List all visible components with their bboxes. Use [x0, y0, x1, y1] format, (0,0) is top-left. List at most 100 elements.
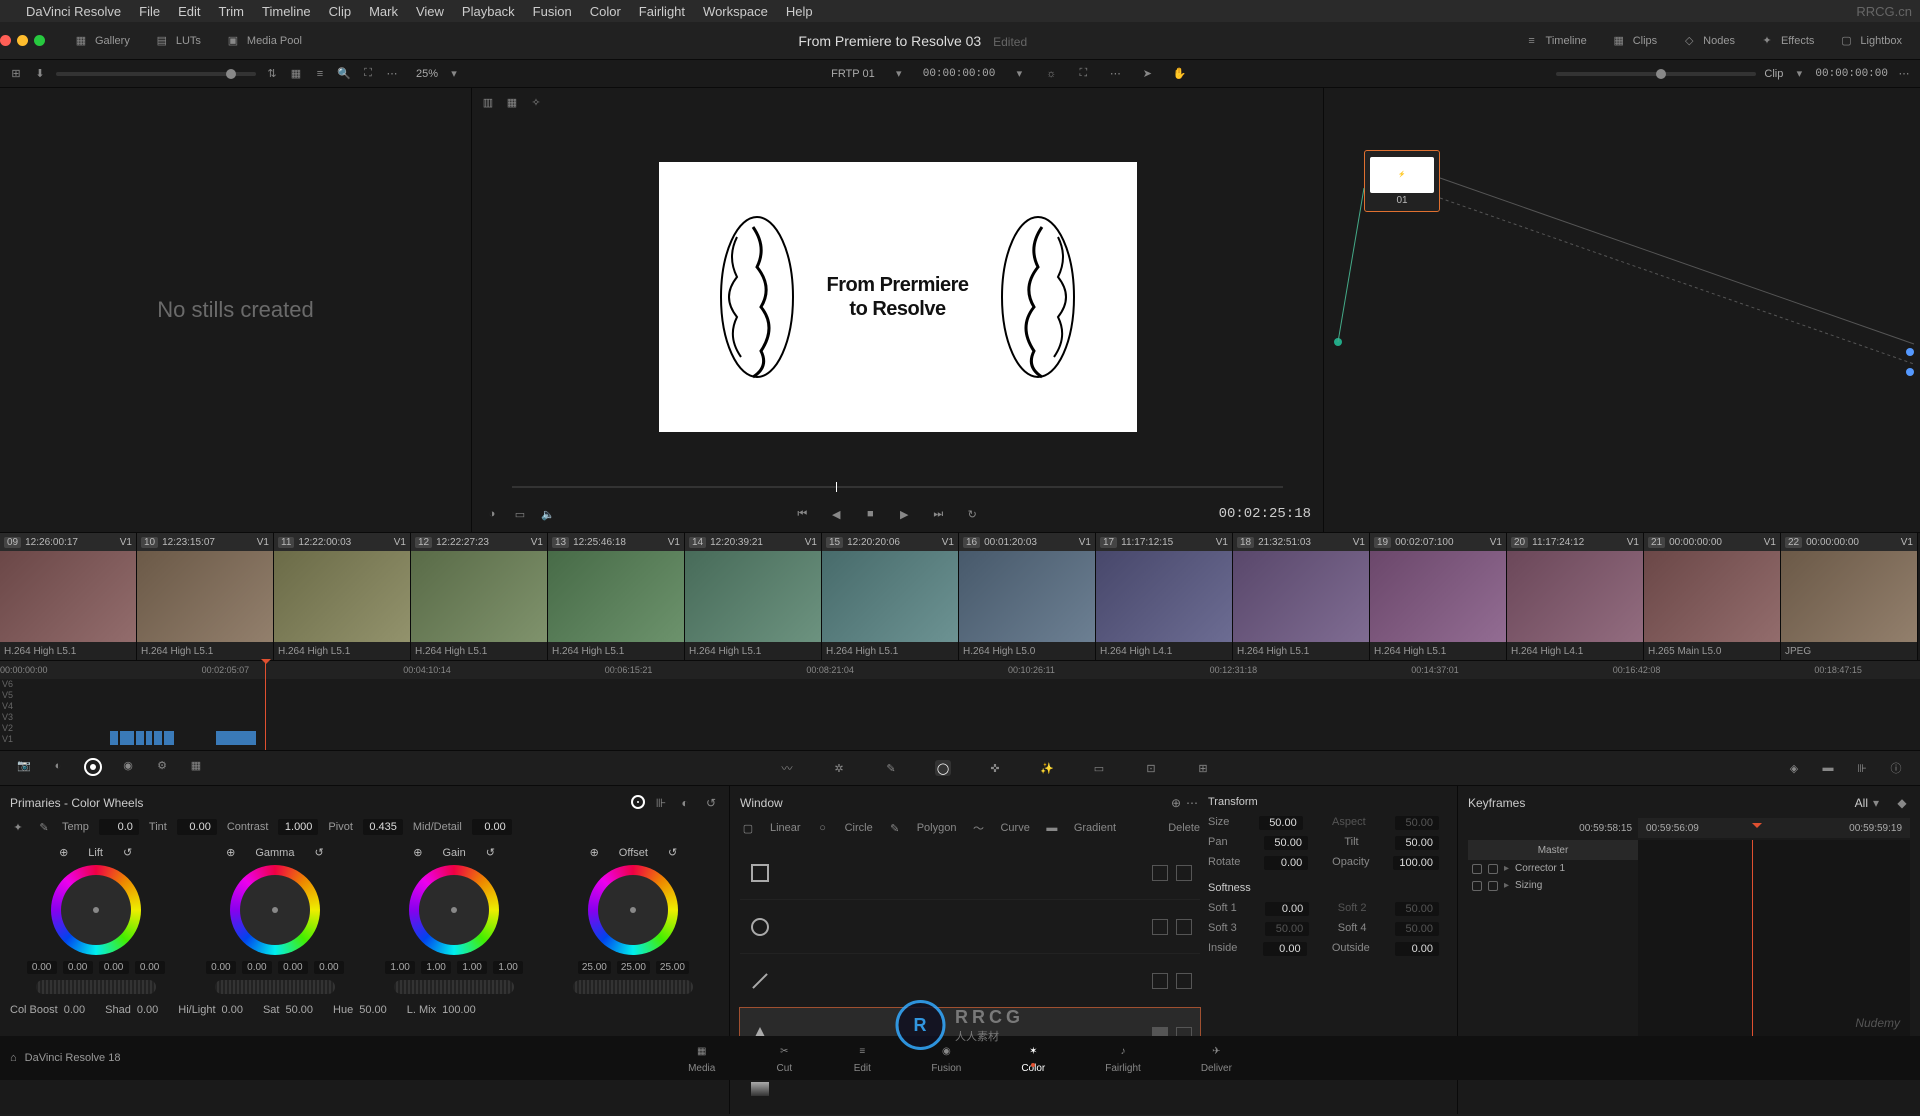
menu-clip[interactable]: Clip	[329, 4, 351, 19]
log-mode-icon[interactable]: ◐	[677, 795, 693, 811]
primaries-wheels-icon[interactable]	[84, 758, 102, 779]
track-label[interactable]: V3	[2, 712, 13, 722]
mediapool-toggle[interactable]: ▣Media Pool	[215, 29, 312, 53]
options-icon[interactable]: ⋯	[384, 66, 400, 82]
clip-thumbnail[interactable]: 1711:17:12:15V1H.264 High L4.1	[1096, 533, 1233, 660]
render-cache-icon[interactable]: ▭	[512, 506, 528, 522]
stop-button[interactable]: ■	[862, 506, 878, 522]
invert-toggle[interactable]	[1176, 919, 1192, 935]
timeline-clips[interactable]	[110, 731, 256, 745]
node-source-icon[interactable]	[1334, 338, 1342, 346]
viewer-canvas[interactable]: From Prermiere to Resolve	[472, 116, 1323, 478]
menu-fairlight[interactable]: Fairlight	[639, 4, 685, 19]
clips-toggle[interactable]: ▦Clips	[1601, 29, 1667, 53]
sizing-icon[interactable]: ⊞	[1195, 760, 1211, 776]
wheel-pick-icon[interactable]: ⊕	[413, 846, 422, 859]
hdr-icon[interactable]: ◉	[120, 758, 136, 774]
wheel-values[interactable]: 0.000.000.000.00	[206, 961, 344, 974]
menu-timeline[interactable]: Timeline	[262, 4, 311, 19]
clip-dropdown-icon[interactable]: ▾	[891, 66, 907, 82]
color-wheel[interactable]	[230, 865, 320, 955]
clip-name[interactable]: FRTP 01	[831, 68, 875, 80]
corrector-node[interactable]: ⚡ 01	[1364, 150, 1440, 212]
wheel-values[interactable]: 1.001.001.001.00	[385, 961, 523, 974]
qualifier-icon[interactable]: ✎	[883, 760, 899, 776]
mute-icon[interactable]: 🔈	[540, 506, 556, 522]
menu-workspace[interactable]: Workspace	[703, 4, 768, 19]
luts-toggle[interactable]: ▤LUTs	[144, 29, 211, 53]
track-label[interactable]: V4	[2, 701, 13, 711]
tc-dropdown-icon[interactable]: ▾	[1011, 66, 1027, 82]
wheel-reset-icon[interactable]: ↺	[486, 846, 495, 859]
effects-toggle[interactable]: ✦Effects	[1749, 29, 1824, 53]
wheels-mode-icon[interactable]	[631, 795, 645, 812]
deliver-page-tab[interactable]: ✈Deliver	[1201, 1043, 1232, 1074]
clip-thumbnail[interactable]: 1600:01:20:03V1H.264 High L5.0	[959, 533, 1096, 660]
menu-color[interactable]: Color	[590, 4, 621, 19]
inside-value[interactable]: 0.00	[1263, 942, 1307, 956]
gallery-toggle[interactable]: ▦Gallery	[63, 29, 140, 53]
temp-value[interactable]: 0.0	[99, 819, 139, 835]
opacity-value[interactable]: 100.00	[1393, 856, 1439, 870]
track-label[interactable]: V2	[2, 723, 13, 733]
mask-toggle[interactable]	[1152, 865, 1168, 881]
pick-white-icon[interactable]: ✎	[36, 819, 52, 835]
mask-toggle[interactable]	[1152, 973, 1168, 989]
wheel-pick-icon[interactable]: ⊕	[590, 846, 599, 859]
outside-value[interactable]: 0.00	[1395, 942, 1439, 956]
clip-thumbnail[interactable]: 2100:00:00:00V1H.265 Main L5.0	[1644, 533, 1781, 660]
middetail-value[interactable]: 0.00	[472, 819, 512, 835]
clip-thumbnails[interactable]: 0912:26:00:17V1H.264 High L5.11012:23:15…	[0, 532, 1920, 660]
sat-value[interactable]: 50.00	[285, 1004, 313, 1016]
track-label[interactable]: V6	[2, 679, 13, 689]
pan-value[interactable]: 50.00	[1264, 836, 1308, 850]
node-output-icon[interactable]	[1906, 348, 1914, 356]
wheel-values[interactable]: 25.0025.0025.00	[578, 961, 689, 974]
clip-thumbnail[interactable]: 2200:00:00:00V1JPEG	[1781, 533, 1918, 660]
shad-value[interactable]: 0.00	[137, 1004, 158, 1016]
wheel-reset-icon[interactable]: ↺	[668, 846, 677, 859]
menu-app[interactable]: DaVinci Resolve	[26, 4, 121, 19]
camera-raw-icon[interactable]: 📷	[16, 758, 32, 774]
color-wheel[interactable]	[51, 865, 141, 955]
media-page-tab[interactable]: ▦Media	[688, 1043, 715, 1074]
zoom-dropdown-icon[interactable]: ▾	[446, 66, 462, 82]
nodes-toggle[interactable]: ◇Nodes	[1671, 29, 1745, 53]
window-preset-icon[interactable]: ⊕	[1168, 795, 1184, 811]
timeline-ruler[interactable]: 00:00:00:0000:02:05:0700:04:10:1400:06:1…	[0, 661, 1920, 679]
lmix-value[interactable]: 100.00	[442, 1004, 476, 1016]
mask-toggle[interactable]	[1152, 919, 1168, 935]
kf-sizing-row[interactable]: ▸Sizing	[1468, 877, 1638, 894]
clip-thumbnail[interactable]: 1900:02:07:100V1H.264 High L5.1	[1370, 533, 1507, 660]
linear-tab[interactable]: Linear	[770, 822, 801, 834]
zoom-value[interactable]: 25%	[416, 68, 438, 80]
kf-playhead-icon[interactable]	[1752, 823, 1762, 833]
clip-thumbnail[interactable]: 1512:20:20:06V1H.264 High L5.1	[822, 533, 959, 660]
zoom-button[interactable]	[34, 35, 45, 46]
clip-thumbnail[interactable]: 0912:26:00:17V1H.264 High L5.1	[0, 533, 137, 660]
node-options-icon[interactable]: ⋯	[1896, 66, 1912, 82]
wheel-reset-icon[interactable]: ↺	[123, 846, 132, 859]
edit-page-tab[interactable]: ≡Edit	[853, 1043, 871, 1074]
rotate-value[interactable]: 0.00	[1264, 856, 1308, 870]
node-graph[interactable]: ⚡ 01	[1324, 88, 1920, 532]
keyframes-filter[interactable]: All	[1855, 796, 1868, 810]
more-icon[interactable]: ⋯	[1107, 66, 1123, 82]
clip-thumbnail[interactable]: 1112:22:00:03V1H.264 High L5.1	[274, 533, 411, 660]
node-mode-label[interactable]: Clip	[1764, 68, 1783, 80]
hue-value[interactable]: 50.00	[359, 1004, 387, 1016]
invert-toggle[interactable]	[1176, 973, 1192, 989]
master-wheel[interactable]	[36, 980, 156, 994]
master-wheel[interactable]	[215, 980, 335, 994]
master-wheel[interactable]	[394, 980, 514, 994]
pointer-tool-icon[interactable]: ➤	[1139, 66, 1155, 82]
motion-effects-icon[interactable]: ▦	[188, 758, 204, 774]
kf-marker-icon[interactable]: ◆	[1894, 795, 1910, 811]
bars-mode-icon[interactable]: ⊪	[653, 795, 669, 811]
delete-button[interactable]: Delete	[1168, 822, 1200, 834]
menu-file[interactable]: File	[139, 4, 160, 19]
menu-playback[interactable]: Playback	[462, 4, 515, 19]
kf-corrector-row[interactable]: ▸Corrector 1	[1468, 860, 1638, 877]
info-icon[interactable]: ⓘ	[1888, 760, 1904, 776]
menu-view[interactable]: View	[416, 4, 444, 19]
